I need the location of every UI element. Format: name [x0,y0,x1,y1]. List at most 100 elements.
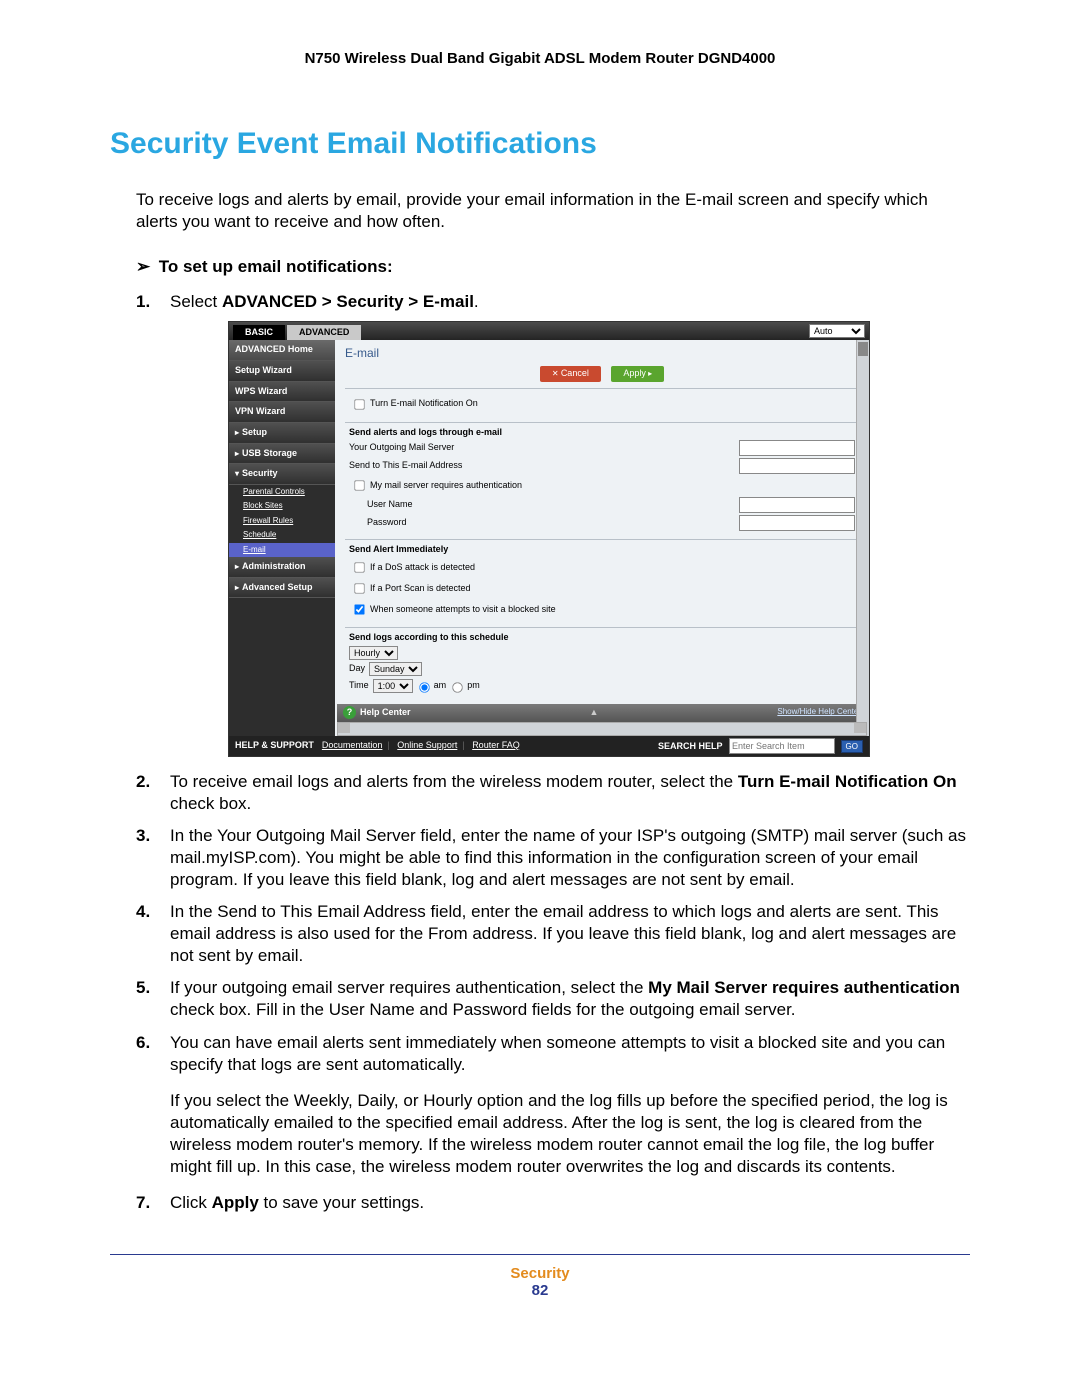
dos-checkbox[interactable] [354,562,364,572]
refresh-select[interactable]: Auto [809,324,865,338]
smtp-input[interactable] [739,440,855,456]
step-6-text: You can have email alerts sent immediate… [170,1033,945,1074]
chevron-up-icon: ▲ [589,707,598,719]
refresh-dropdown[interactable]: Auto [809,324,865,338]
dos-label: If a DoS attack is detected [370,562,855,574]
apply-button[interactable]: Apply [611,366,664,382]
help-center-bar[interactable]: ? Help Center ▲ Show/Hide Help Center [337,704,867,722]
vertical-scrollbar[interactable] [856,340,869,735]
sidebar-setup[interactable]: ▸Setup [229,423,335,444]
content-panel: E-mail Cancel Apply Turn E-mail Notifica… [335,340,869,735]
schedule-header: Send logs according to this schedule [349,632,855,644]
step-1-pre: Select [170,292,222,311]
blocked-checkbox[interactable] [354,604,364,614]
day-select[interactable]: Sunday [369,662,422,676]
support-faq-link[interactable]: Router FAQ [472,740,520,750]
page-footer: Security 82 [110,1265,970,1299]
sidebar: ADVANCED Home Setup Wizard WPS Wizard VP… [229,340,335,735]
footer-category: Security [110,1265,970,1282]
step-1: Select ADVANCED > Security > E-mail. BAS… [136,291,970,756]
step-2-pre: To receive email logs and alerts from th… [170,772,738,791]
tab-bar: BASIC ADVANCED Auto [229,322,869,340]
tab-advanced[interactable]: ADVANCED [287,325,361,340]
sidebar-security[interactable]: ▾Security [229,464,335,485]
support-online-link[interactable]: Online Support [397,740,457,750]
sidebar-vpn-wizard[interactable]: VPN Wizard [229,402,335,423]
step-1-bold: ADVANCED > Security > E-mail [222,292,474,311]
smtp-label: Your Outgoing Mail Server [349,442,739,454]
step-7-post: to save your settings. [259,1193,424,1212]
sidebar-advanced-setup[interactable]: ▸Advanced Setup [229,578,335,599]
sidebar-wps-wizard[interactable]: WPS Wizard [229,382,335,403]
portscan-label: If a Port Scan is detected [370,583,855,595]
portscan-checkbox[interactable] [354,583,364,593]
scroll-left-icon[interactable] [338,723,350,733]
pm-radio[interactable] [452,682,462,692]
step-5-pre: If your outgoing email server requires a… [170,978,648,997]
sidebar-firewall-rules[interactable]: Firewall Rules [229,514,335,528]
caret-right-icon: ▸ [235,583,239,592]
intro-paragraph: To receive logs and alerts by email, pro… [136,189,970,233]
horizontal-scrollbar[interactable] [337,722,867,736]
am-label: am [434,680,447,692]
caret-down-icon: ▾ [235,469,239,478]
turn-on-checkbox[interactable] [354,399,364,409]
sidebar-parental-controls[interactable]: Parental Controls [229,485,335,499]
auth-checkbox[interactable] [354,481,364,491]
help-toggle-link[interactable]: Show/Hide Help Center [777,707,861,717]
router-screenshot: BASIC ADVANCED Auto ADVANCED Home Setup … [228,321,870,756]
auth-label: My mail server requires authentication [370,480,855,492]
sidebar-schedule[interactable]: Schedule [229,528,335,542]
step-2-bold: Turn E-mail Notification On [738,772,957,791]
username-label: User Name [349,499,739,511]
caret-right-icon: ▸ [235,428,239,437]
sidebar-administration[interactable]: ▸Administration [229,557,335,578]
step-1-post: . [474,292,479,311]
step-6: You can have email alerts sent immediate… [136,1032,970,1179]
password-input[interactable] [739,515,855,531]
sidebar-setup-wizard[interactable]: Setup Wizard [229,361,335,382]
schedule-select[interactable]: Hourly [349,646,398,660]
footer-page-number: 82 [110,1282,970,1299]
footer-divider [110,1254,970,1255]
panel-title: E-mail [335,340,869,364]
am-radio[interactable] [419,682,429,692]
step-4: In the Send to This Email Address field,… [136,901,970,967]
support-bar: HELP & SUPPORT Documentation| Online Sup… [229,736,869,756]
cancel-button[interactable]: Cancel [540,366,601,382]
step-2: To receive email logs and alerts from th… [136,771,970,815]
alert-header: Send Alert Immediately [349,544,855,556]
sidebar-usb-storage[interactable]: ▸USB Storage [229,444,335,465]
time-select[interactable]: 1:00 [373,679,413,693]
search-help-input[interactable] [729,738,835,754]
sendto-input[interactable] [739,458,855,474]
sidebar-email[interactable]: E-mail [229,543,335,557]
tab-basic[interactable]: BASIC [233,325,285,340]
section-title: Security Event Email Notifications [110,127,970,161]
blocked-label: When someone attempts to visit a blocked… [370,604,855,616]
go-button[interactable]: GO [841,740,863,753]
caret-right-icon: ▸ [235,449,239,458]
sidebar-advanced-home[interactable]: ADVANCED Home [229,340,335,361]
help-icon: ? [343,706,356,719]
caret-right-icon: ▸ [235,562,239,571]
step-7: Click Apply to save your settings. [136,1192,970,1214]
scroll-right-icon[interactable] [854,723,866,733]
turn-on-label: Turn E-mail Notification On [370,398,855,410]
time-label: Time [349,680,369,692]
sidebar-block-sites[interactable]: Block Sites [229,499,335,513]
step-7-bold: Apply [212,1193,259,1212]
step-2-post: check box. [170,794,251,813]
help-center-label: Help Center [360,707,411,717]
username-input[interactable] [739,497,855,513]
support-label: HELP & SUPPORT [235,740,314,750]
pm-label: pm [467,680,480,692]
step-5: If your outgoing email server requires a… [136,977,970,1021]
step-7-pre: Click [170,1193,212,1212]
step-5-post: check box. Fill in the User Name and Pas… [170,1000,796,1019]
arrow-icon: ➢ [136,257,154,277]
search-help-label: SEARCH HELP [658,741,723,751]
task-heading-text: To set up email notifications: [159,257,393,276]
support-doc-link[interactable]: Documentation [322,740,383,750]
day-label: Day [349,663,365,675]
